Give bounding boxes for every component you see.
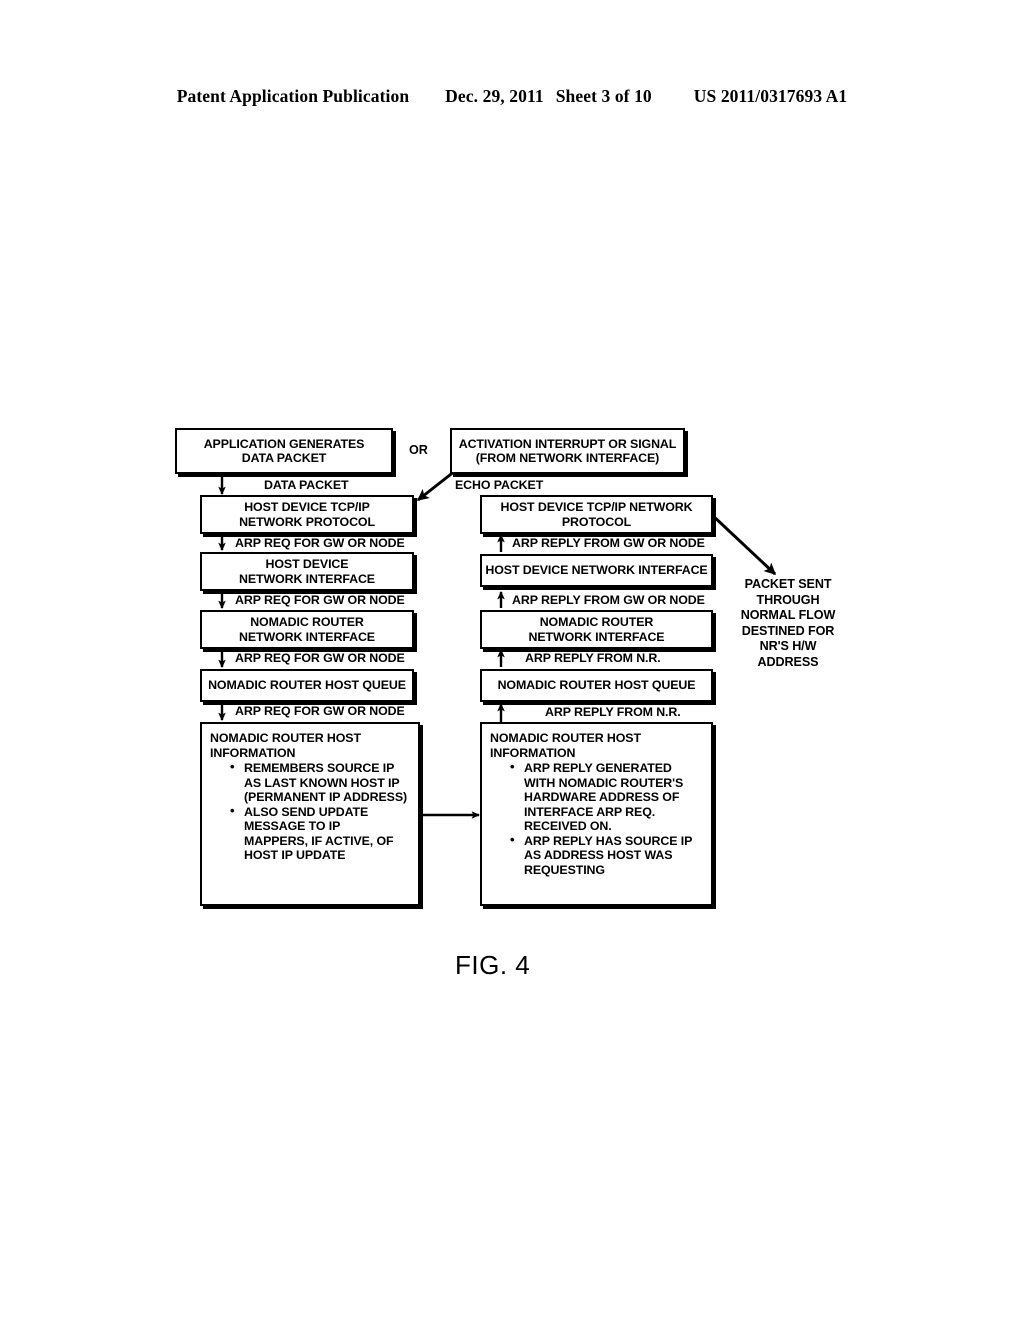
figure-4-flow-diagram: APPLICATION GENERATES DATA PACKET DATA P… <box>0 0 1024 1320</box>
or-connector-label: OR <box>409 443 428 457</box>
left-host-tcpip-label: HOST DEVICE TCP/IP NETWORK PROTOCOL <box>239 500 375 529</box>
left-nomadic-router-host-information-box: NOMADIC ROUTER HOST INFORMATION REMEMBER… <box>200 722 420 906</box>
right-nomadic-router-network-interface-box: NOMADIC ROUTER NETWORK INTERFACE <box>480 610 713 649</box>
edge-label-right-arp-reply-2: ARP REPLY FROM GW OR NODE <box>512 593 705 607</box>
edge-label-right-arp-reply-1: ARP REPLY FROM GW OR NODE <box>512 536 705 550</box>
list-item: ARP REPLY GENERATED WITH NOMADIC ROUTER'… <box>510 760 692 834</box>
list-item: ARP REPLY HAS SOURCE IP AS ADDRESS HOST … <box>510 833 692 878</box>
edge-label-echo-packet: ECHO PACKET <box>455 478 544 492</box>
edge-label-left-arp-req-4: ARP REQ FOR GW OR NODE <box>235 704 405 718</box>
left-nomadic-router-host-queue-box: NOMADIC ROUTER HOST QUEUE <box>200 669 414 702</box>
left-nomadic-router-host-queue-label: NOMADIC ROUTER HOST QUEUE <box>208 678 406 693</box>
right-host-tcpip-label: HOST DEVICE TCP/IP NETWORK PROTOCOL <box>500 500 693 529</box>
edge-label-left-arp-req-1: ARP REQ FOR GW OR NODE <box>235 536 405 550</box>
right-nomadic-router-host-queue-box: NOMADIC ROUTER HOST QUEUE <box>480 669 713 702</box>
figure-caption: FIG. 4 <box>455 950 531 980</box>
left-start-box: APPLICATION GENERATES DATA PACKET <box>175 428 393 474</box>
left-nomadic-router-network-interface-box: NOMADIC ROUTER NETWORK INTERFACE <box>200 610 414 649</box>
left-start-box-label: APPLICATION GENERATES DATA PACKET <box>203 436 365 466</box>
packet-sent-annotation: PACKET SENT THROUGH NORMAL FLOW DESTINED… <box>740 577 836 669</box>
right-nomadic-router-host-queue-label: NOMADIC ROUTER HOST QUEUE <box>497 678 696 693</box>
right-start-box: ACTIVATION INTERRUPT OR SIGNAL (FROM NET… <box>450 428 685 474</box>
edge-label-data-packet: DATA PACKET <box>264 478 349 492</box>
edge-label-right-arp-reply-4: ARP REPLY FROM N.R. <box>545 705 681 719</box>
right-host-network-interface-label: HOST DEVICE NETWORK INTERFACE <box>485 563 708 578</box>
edge-label-left-arp-req-2: ARP REQ FOR GW OR NODE <box>235 593 405 607</box>
left-info-title: NOMADIC ROUTER HOST INFORMATION <box>210 731 361 760</box>
edge-label-right-arp-reply-3: ARP REPLY FROM N.R. <box>525 651 661 665</box>
right-nomadic-router-host-information-box: NOMADIC ROUTER HOST INFORMATION ARP REPL… <box>480 722 713 906</box>
right-host-tcpip-box: HOST DEVICE TCP/IP NETWORK PROTOCOL <box>480 495 713 534</box>
right-nomadic-router-network-interface-label: NOMADIC ROUTER NETWORK INTERFACE <box>528 615 665 644</box>
left-host-network-interface-label: HOST DEVICE NETWORK INTERFACE <box>239 557 375 586</box>
right-info-title: NOMADIC ROUTER HOST INFORMATION <box>490 731 641 760</box>
list-item: REMEMBERS SOURCE IP AS LAST KNOWN HOST I… <box>230 760 407 805</box>
arrow-layer <box>218 469 777 819</box>
right-start-box-label: ACTIVATION INTERRUPT OR SIGNAL (FROM NET… <box>458 436 677 466</box>
right-info-bullet-list: ARP REPLY GENERATED WITH NOMADIC ROUTER'… <box>490 760 692 878</box>
left-host-tcpip-box: HOST DEVICE TCP/IP NETWORK PROTOCOL <box>200 495 414 534</box>
list-item: ALSO SEND UPDATE MESSAGE TO IP MAPPERS, … <box>230 804 407 863</box>
left-nomadic-router-network-interface-label: NOMADIC ROUTER NETWORK INTERFACE <box>239 615 375 644</box>
left-host-network-interface-box: HOST DEVICE NETWORK INTERFACE <box>200 552 414 591</box>
right-host-network-interface-box: HOST DEVICE NETWORK INTERFACE <box>480 554 713 587</box>
left-info-bullet-list: REMEMBERS SOURCE IP AS LAST KNOWN HOST I… <box>210 760 407 863</box>
edge-label-left-arp-req-3: ARP REQ FOR GW OR NODE <box>235 651 405 665</box>
